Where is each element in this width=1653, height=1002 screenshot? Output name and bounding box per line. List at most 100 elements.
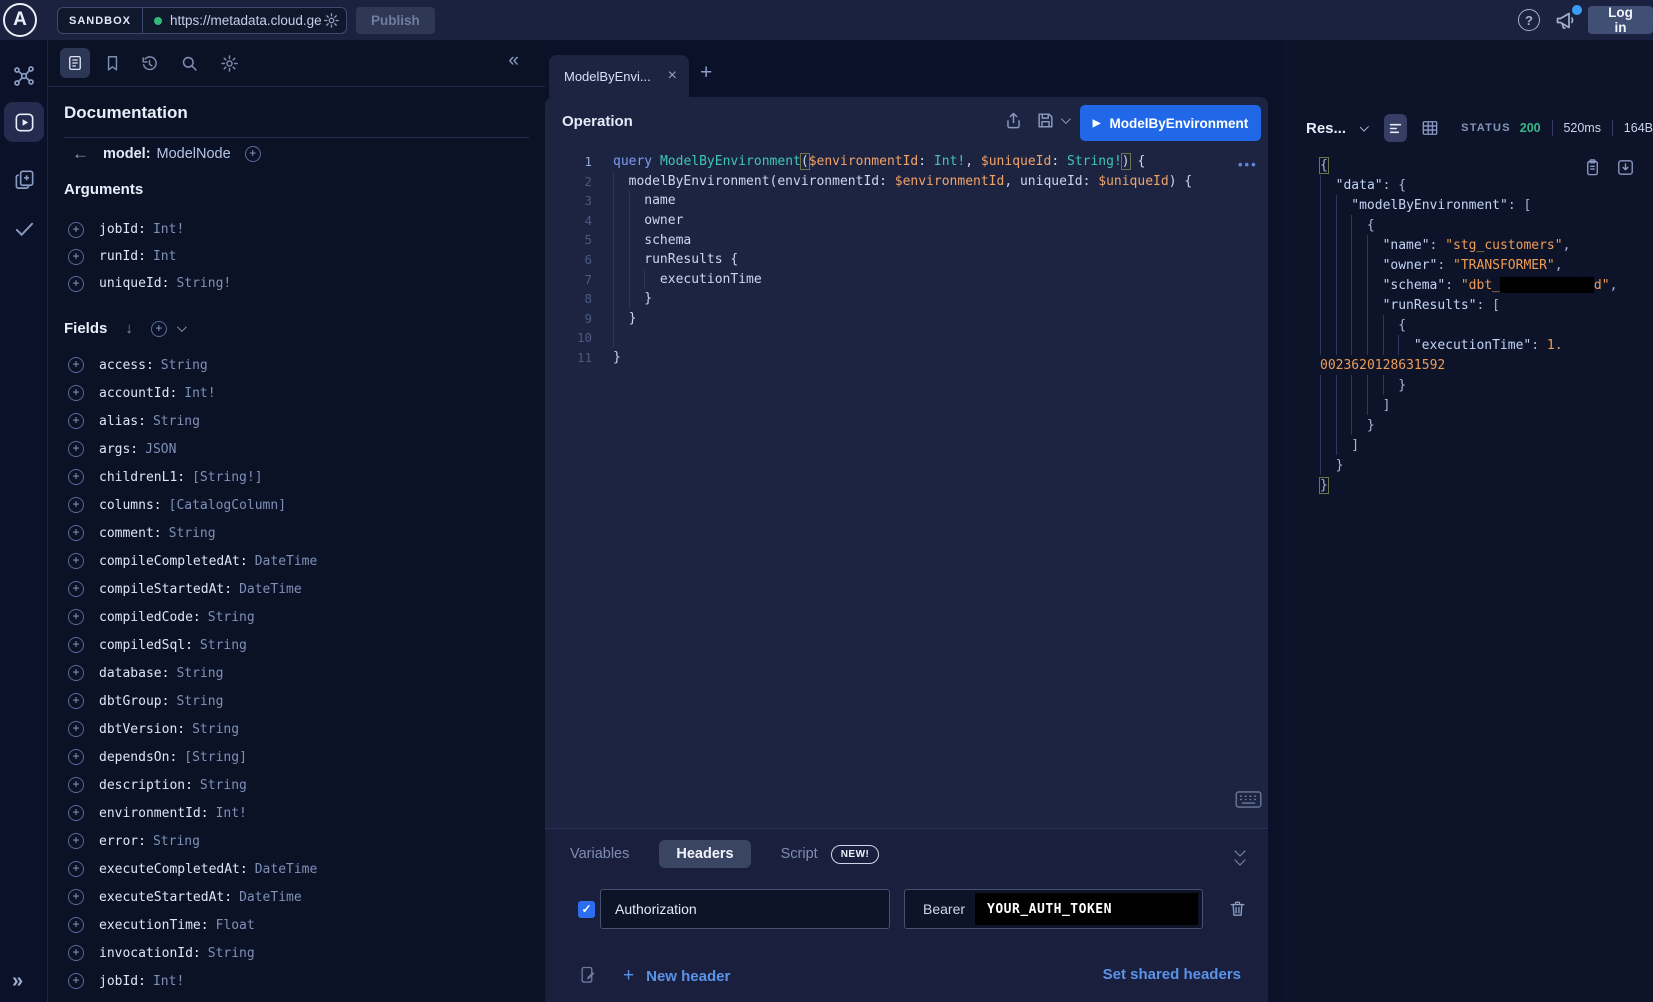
schema-field-row[interactable]: +error:String xyxy=(48,827,545,855)
field-type[interactable]: Float xyxy=(216,918,255,933)
set-shared-headers-link[interactable]: Set shared headers xyxy=(1103,966,1241,983)
schema-field-row[interactable]: +database:String xyxy=(48,659,545,687)
add-field-to-query-icon[interactable]: + xyxy=(68,276,84,292)
field-type[interactable]: Int! xyxy=(153,974,184,989)
add-field-to-query-icon[interactable]: + xyxy=(68,945,84,961)
add-field-to-query-icon[interactable]: + xyxy=(68,385,84,401)
add-field-to-query-icon[interactable]: + xyxy=(68,497,84,513)
add-field-to-query-icon[interactable]: + xyxy=(68,637,84,653)
connection-settings-gear-icon[interactable] xyxy=(323,12,340,29)
add-all-fields-icon[interactable]: + xyxy=(151,321,167,337)
field-type[interactable]: DateTime xyxy=(239,582,302,597)
back-arrow-icon[interactable]: ← xyxy=(72,144,89,164)
add-field-to-query-icon[interactable]: + xyxy=(68,441,84,457)
add-field-to-query-icon[interactable]: + xyxy=(68,889,84,905)
schema-field-row[interactable]: +executeStartedAt:DateTime xyxy=(48,883,545,911)
schema-field-row[interactable]: +description:String xyxy=(48,771,545,799)
tab-headers[interactable]: Headers xyxy=(659,840,750,868)
operation-collections-icon[interactable] xyxy=(13,168,36,191)
bookmarks-icon[interactable] xyxy=(103,54,122,73)
login-button[interactable]: Log in xyxy=(1588,6,1653,34)
collapse-section-icon[interactable] xyxy=(1236,848,1244,866)
download-response-icon[interactable] xyxy=(1616,158,1635,177)
schema-field-row[interactable]: +dependsOn:[String] xyxy=(48,743,545,771)
field-type[interactable]: String xyxy=(161,358,208,373)
field-type[interactable]: String xyxy=(169,526,216,541)
schema-field-row[interactable]: +environmentId:Int! xyxy=(48,799,545,827)
schema-field-row[interactable]: +invocationId:String xyxy=(48,939,545,967)
field-type[interactable]: String xyxy=(153,834,200,849)
field-type[interactable]: DateTime xyxy=(239,890,302,905)
table-view-toggle[interactable] xyxy=(1420,118,1440,138)
schema-field-row[interactable]: +childrenL1:[String!] xyxy=(48,463,545,491)
schema-field-row[interactable]: +runId:Int xyxy=(48,243,545,270)
collapse-panel-icon[interactable]: « xyxy=(508,50,519,72)
field-type[interactable]: [CatalogColumn] xyxy=(169,498,286,513)
field-type[interactable]: String xyxy=(176,694,223,709)
schema-field-row[interactable]: +uniqueId:String! xyxy=(48,270,545,297)
schema-field-row[interactable]: +comment:String xyxy=(48,519,545,547)
schema-field-row[interactable]: +compileCompletedAt:DateTime xyxy=(48,547,545,575)
response-menu-chevron-icon[interactable] xyxy=(1360,122,1369,131)
endpoint-url-bar[interactable]: SANDBOX https://metadata.cloud.getd xyxy=(57,7,347,34)
documentation-tab-icon[interactable] xyxy=(60,48,90,78)
share-operation-icon[interactable] xyxy=(1004,111,1023,130)
add-field-to-query-icon[interactable]: + xyxy=(68,581,84,597)
field-type[interactable]: String xyxy=(176,666,223,681)
explorer-settings-gear-icon[interactable] xyxy=(220,54,239,73)
schema-field-row[interactable]: +compileStartedAt:DateTime xyxy=(48,575,545,603)
tab-script[interactable]: Script xyxy=(781,846,818,862)
add-field-to-query-icon[interactable]: + xyxy=(68,805,84,821)
add-field-to-query-icon[interactable]: + xyxy=(68,721,84,737)
tree-view-toggle[interactable] xyxy=(1384,114,1407,142)
schema-field-row[interactable]: +accountId:Int! xyxy=(48,379,545,407)
history-icon[interactable] xyxy=(140,54,159,73)
field-type[interactable]: String xyxy=(208,610,255,625)
add-field-to-query-icon[interactable]: + xyxy=(68,665,84,681)
field-type[interactable]: Int! xyxy=(216,806,247,821)
field-type[interactable]: Int! xyxy=(153,222,184,237)
new-header-button[interactable]: + New header xyxy=(623,965,730,987)
add-field-to-query-icon[interactable]: + xyxy=(68,833,84,849)
add-field-to-query-icon[interactable]: + xyxy=(68,973,84,989)
new-tab-icon[interactable]: + xyxy=(700,61,712,85)
field-type[interactable]: String xyxy=(208,946,255,961)
add-field-to-query-icon[interactable]: + xyxy=(68,553,84,569)
add-field-to-query-icon[interactable]: + xyxy=(68,693,84,709)
tab-variables[interactable]: Variables xyxy=(570,846,629,862)
edit-headers-document-icon[interactable] xyxy=(578,965,598,985)
field-type[interactable]: DateTime xyxy=(255,554,318,569)
field-type[interactable]: [String!] xyxy=(192,470,262,485)
schema-field-row[interactable]: +compiledCode:String xyxy=(48,603,545,631)
schema-field-row[interactable]: +alias:String xyxy=(48,407,545,435)
field-type[interactable]: DateTime xyxy=(255,862,318,877)
response-panel-title[interactable]: Res... xyxy=(1306,120,1346,137)
add-type-icon[interactable]: + xyxy=(245,146,261,162)
schema-field-row[interactable]: +compiledSql:String xyxy=(48,631,545,659)
save-operation-icon[interactable] xyxy=(1036,111,1055,130)
add-field-to-query-icon[interactable]: + xyxy=(68,525,84,541)
header-value-input[interactable]: Bearer YOUR_AUTH_TOKEN xyxy=(904,889,1203,929)
explorer-nav-item[interactable] xyxy=(4,102,44,142)
publish-button[interactable]: Publish xyxy=(356,7,435,34)
add-field-to-query-icon[interactable]: + xyxy=(68,777,84,793)
field-type[interactable]: String xyxy=(153,414,200,429)
schema-graph-icon[interactable] xyxy=(12,64,36,88)
delete-header-icon[interactable] xyxy=(1228,899,1247,918)
schema-field-row[interactable]: +args:JSON xyxy=(48,435,545,463)
add-field-to-query-icon[interactable]: + xyxy=(68,609,84,625)
add-field-to-query-icon[interactable]: + xyxy=(68,917,84,933)
field-type[interactable]: Int xyxy=(153,249,176,264)
field-type[interactable]: JSON xyxy=(145,442,176,457)
schema-field-row[interactable]: +executionTime:Float xyxy=(48,911,545,939)
schema-field-row[interactable]: +executeCompletedAt:DateTime xyxy=(48,855,545,883)
header-name-input[interactable]: Authorization xyxy=(600,889,890,929)
schema-field-row[interactable]: +dbtGroup:String xyxy=(48,687,545,715)
run-operation-button[interactable]: ▶ ModelByEnvironment xyxy=(1080,105,1261,141)
keyboard-shortcuts-icon[interactable] xyxy=(1235,791,1262,808)
field-type[interactable]: [String] xyxy=(184,750,247,765)
header-enabled-checkbox[interactable]: ✓ xyxy=(578,901,595,918)
schema-field-row[interactable]: +dbtVersion:String xyxy=(48,715,545,743)
endpoint-url[interactable]: https://metadata.cloud.getd xyxy=(170,13,321,28)
schema-field-row[interactable]: +access:String xyxy=(48,351,545,379)
